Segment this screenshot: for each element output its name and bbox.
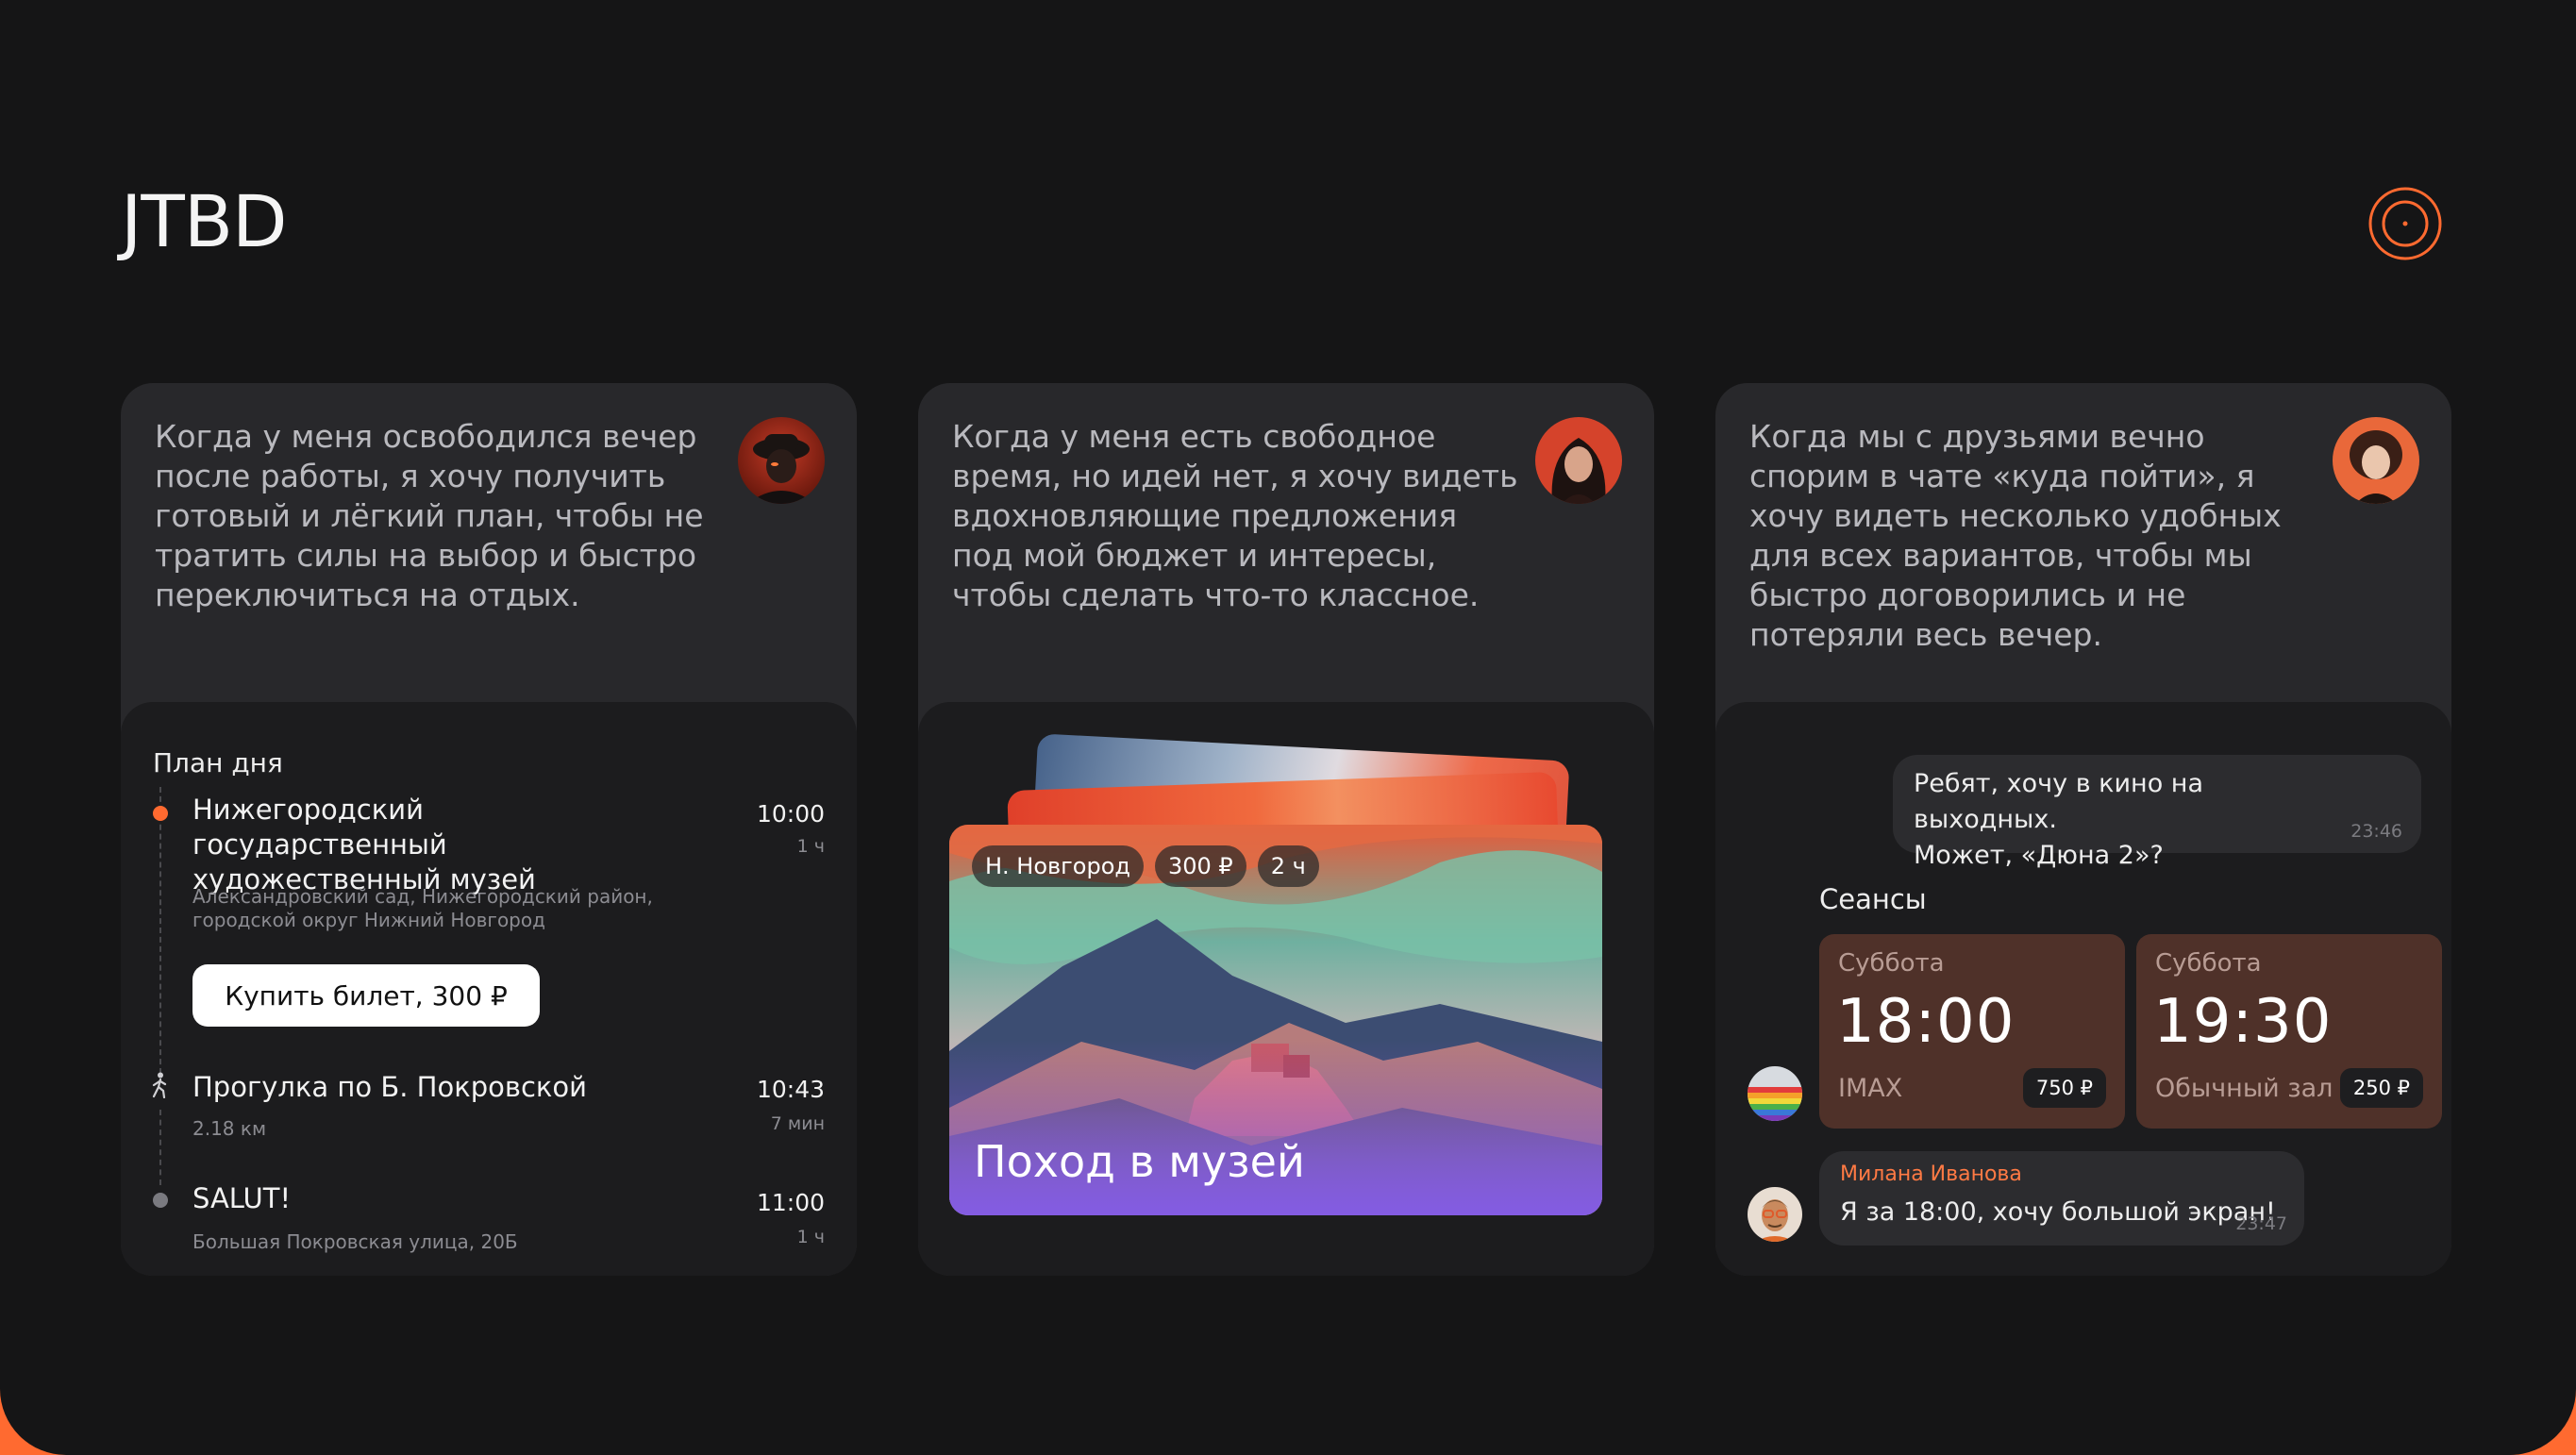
session-day: Суббота [1838, 949, 1945, 978]
event-title[interactable]: Нижегородский государственный художестве… [192, 793, 683, 897]
event-duration: 1 ч [796, 836, 825, 857]
session-hall: Обычный зал [2155, 1074, 2333, 1103]
event-duration: 1 ч [796, 1227, 825, 1247]
event-title[interactable]: SALUT! [192, 1181, 683, 1216]
timeline-line [159, 787, 161, 1074]
sessions-title: Сеансы [1819, 883, 1927, 915]
jtbd-card-plan: Когда у меня освободился вечер после раб… [121, 383, 857, 1276]
card-quote: Когда у меня есть свободное время, но ид… [952, 418, 1518, 613]
timeline-dot-active [153, 806, 168, 821]
offers-panel: Н. Новгород 300 ₽ 2 ч Поход в музей [918, 702, 1654, 1276]
chip-city[interactable]: Н. Новгород [972, 845, 1144, 887]
card-quote: Когда у меня освободился вечер после раб… [155, 418, 704, 613]
plan-title: План дня [153, 747, 283, 778]
event-subtitle: Александровский сад, Нижегородский район… [192, 885, 653, 931]
timeline-line [159, 1110, 161, 1185]
person-in-hat-avatar [738, 417, 825, 504]
event-subtitle: 2.18 км [192, 1117, 267, 1140]
card-quote: Когда мы с друзьями вечно спорим в чате … [1749, 418, 2282, 653]
jtbd-card-chat: Когда мы с друзьями вечно спорим в чате … [1715, 383, 2451, 1276]
session-time: 18:00 [1836, 987, 2016, 1057]
woman-red-background-avatar [1535, 417, 1622, 504]
chat-reply-bubble[interactable]: Милана Иванова Я за 18:00, хочу большой … [1819, 1151, 2304, 1246]
page-frame: JTBD Когда у меня освободился вечер посл… [0, 0, 2576, 1455]
session-card-regular[interactable]: Суббота 19:30 Обычный зал 250 ₽ [2136, 934, 2442, 1129]
reply-time: 23:47 [2235, 1213, 2287, 1234]
event-time: 10:43 [756, 1076, 825, 1103]
offer-chips: Н. Новгород 300 ₽ 2 ч [972, 845, 1319, 887]
session-price-badge: 250 ₽ [2339, 1068, 2423, 1108]
day-plan-panel: План дня Нижегородский государственный х… [121, 702, 857, 1276]
reply-author[interactable]: Милана Иванова [1840, 1162, 2022, 1186]
message-line: Ребят, хочу в кино на выходных. [1914, 769, 2203, 834]
jtbd-card-offers: Когда у меня есть свободное время, но ид… [918, 383, 1654, 1276]
chat-panel: Ребят, хочу в кино на выходных. Может, «… [1715, 702, 2451, 1276]
message-line: Может, «Дюна 2»? [1914, 841, 2164, 870]
buy-ticket-button[interactable]: Купить билет, 300 ₽ [192, 964, 540, 1027]
session-card-imax[interactable]: Суббота 18:00 IMAX 750 ₽ [1819, 934, 2125, 1129]
session-time: 19:30 [2153, 987, 2333, 1057]
timeline-dot [153, 1193, 168, 1208]
offer-title: Поход в музей [974, 1136, 1305, 1187]
reply-text: Я за 18:00, хочу большой экран! [1840, 1197, 2276, 1227]
museum-offer-card[interactable]: Н. Новгород 300 ₽ 2 ч Поход в музей [949, 825, 1602, 1215]
chat-message-bubble[interactable]: Ребят, хочу в кино на выходных. Может, «… [1893, 755, 2421, 870]
woman-orange-background-avatar [2333, 417, 2419, 504]
chip-price[interactable]: 300 ₽ [1154, 845, 1246, 887]
message-time: 23:46 [2350, 821, 2402, 842]
session-hall: IMAX [1838, 1074, 1903, 1103]
session-day: Суббота [2155, 949, 2262, 978]
event-title[interactable]: Прогулка по Б. Покровской [192, 1070, 683, 1105]
session-price-badge: 750 ₽ [2022, 1068, 2106, 1108]
walking-person-icon [152, 1072, 167, 1098]
rainbow-avatar [1748, 1066, 1802, 1121]
chip-duration[interactable]: 2 ч [1257, 845, 1319, 887]
event-duration: 7 мин [770, 1113, 825, 1134]
event-time: 11:00 [756, 1189, 825, 1216]
target-icon[interactable] [2367, 186, 2443, 261]
page-title: JTBD [121, 179, 287, 263]
event-time: 10:00 [756, 800, 825, 828]
man-with-glasses-avatar [1748, 1187, 1802, 1242]
event-subtitle: Большая Покровская улица, 20Б [192, 1230, 518, 1253]
